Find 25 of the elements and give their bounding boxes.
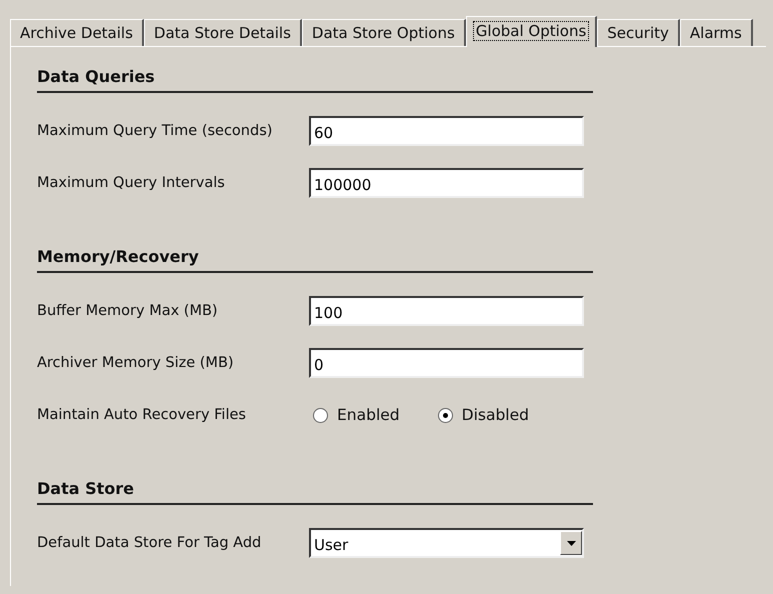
field-label: Buffer Memory Max (MB) [37, 303, 219, 319]
field-label: Maintain Auto Recovery Files [37, 407, 247, 423]
input-field[interactable]: 0 [309, 348, 584, 378]
tab[interactable]: Archive Details [10, 19, 144, 46]
tab[interactable]: Global Options [466, 16, 598, 47]
tab[interactable]: Data Store Details [144, 19, 302, 46]
caret-icon [566, 540, 576, 546]
section-heading: Memory/Recovery [37, 247, 593, 273]
field-label: Archiver Memory Size (MB) [37, 355, 235, 371]
input-field[interactable]: 100 [309, 296, 584, 326]
radio-button[interactable] [313, 408, 328, 422]
section-heading: Data Queries [37, 67, 593, 93]
dropdown[interactable]: User [309, 528, 584, 558]
tab[interactable]: Alarms [680, 19, 753, 46]
radio-label: Enabled [337, 406, 400, 424]
field-label: Maximum Query Intervals [37, 175, 226, 191]
field-label: Maximum Query Time (seconds) [37, 123, 274, 139]
input-field[interactable]: 100000 [309, 168, 584, 198]
field-label: Default Data Store For Tag Add [37, 535, 262, 551]
radio-label: Disabled [462, 406, 529, 424]
section-heading: Data Store [37, 479, 593, 505]
tab[interactable]: Security [597, 19, 680, 46]
input-field[interactable]: 60 [309, 116, 584, 146]
tab[interactable]: Data Store Options [302, 19, 466, 46]
radio-button[interactable] [438, 408, 453, 422]
